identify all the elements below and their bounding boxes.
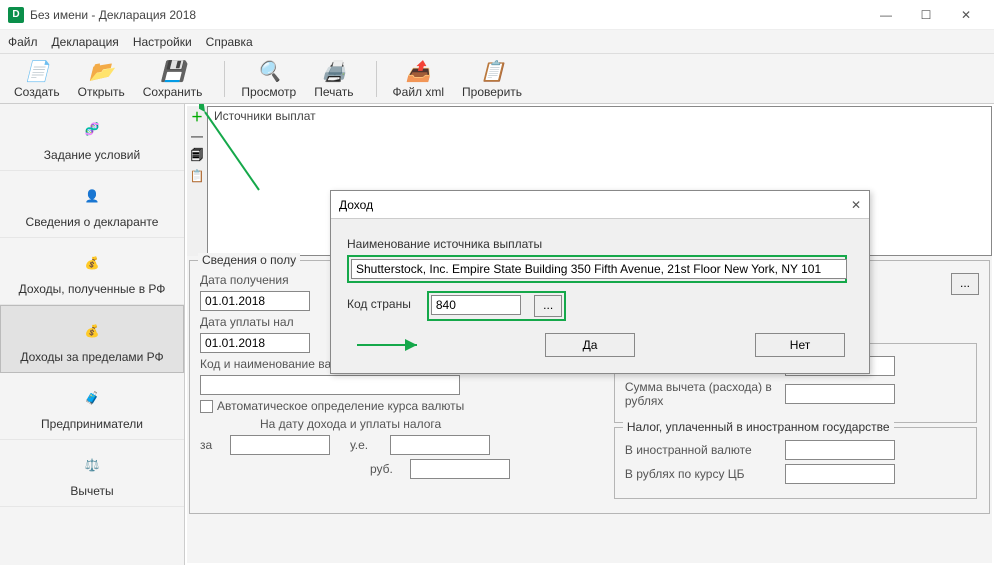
source-name-label: Наименование источника выплаты [347, 237, 853, 251]
menu-help[interactable]: Справка [206, 35, 253, 49]
money-bags-icon: 💰 [72, 246, 112, 280]
toolbar-check[interactable]: Проверить [456, 57, 528, 101]
ue-label: у.е. [350, 438, 390, 452]
sidebar-label: Доходы, полученные в РФ [19, 282, 166, 296]
menu-file[interactable]: Файл [8, 35, 38, 49]
close-button[interactable]: ✕ [946, 1, 986, 29]
rate-ue-input[interactable] [390, 435, 490, 455]
tree-icon: 🧬 [72, 112, 112, 146]
deduction-amount-label: Сумма вычета (расхода) в рублях [625, 380, 785, 408]
dialog-title: Доход [339, 198, 373, 212]
country-code-input[interactable] [431, 295, 521, 315]
toolbar-create[interactable]: Создать [8, 57, 66, 101]
copy-icon[interactable]: 🗐 [189, 148, 205, 164]
list-buttons: ＋ — 🗐 📋 [187, 106, 207, 256]
country-code-label: Код страны [347, 297, 411, 311]
sources-placeholder: Источники выплат [214, 109, 316, 123]
foreign-tax-legend: Налог, уплаченный в иностранном государс… [623, 420, 894, 434]
rub-cb-label: В рублях по курсу ЦБ [625, 467, 785, 481]
deduction-amount-input[interactable] [785, 384, 895, 404]
sidebar-label: Задание условий [44, 148, 140, 162]
dialog-no-button[interactable]: Нет [755, 333, 845, 357]
toolbar-save[interactable]: Сохранить [137, 57, 209, 101]
sidebar-item-income-foreign[interactable]: 💰 Доходы за пределами РФ [0, 305, 184, 373]
check-icon [480, 59, 504, 83]
remove-icon[interactable]: — [189, 128, 205, 144]
toolbar-open[interactable]: Открыть [72, 57, 131, 101]
browse-button[interactable]: ... [951, 273, 979, 295]
menubar: Файл Декларация Настройки Справка [0, 30, 994, 54]
sidebar-item-deductions[interactable]: ⚖️ Вычеты [0, 440, 184, 507]
edit-icon[interactable]: 📋 [189, 168, 205, 184]
menu-declaration[interactable]: Декларация [52, 35, 119, 49]
briefcase-icon: 🧳 [72, 381, 112, 415]
rate-rub-input[interactable] [410, 459, 510, 479]
toolbar: Создать Открыть Сохранить Просмотр Печат… [0, 54, 994, 104]
print-icon [322, 59, 346, 83]
save-icon [161, 59, 185, 83]
titlebar: D Без имени - Декларация 2018 — ☐ ✕ [0, 0, 994, 30]
export-xml-icon [406, 59, 430, 83]
date-received-input[interactable] [200, 291, 310, 311]
toolbar-xml[interactable]: Файл xml [387, 57, 451, 101]
sidebar-label: Предприниматели [41, 417, 143, 431]
scales-icon: ⚖️ [72, 448, 112, 482]
rub-cb-input[interactable] [785, 464, 895, 484]
za-label: за [200, 438, 230, 452]
minimize-button[interactable]: — [866, 1, 906, 29]
toolbar-print[interactable]: Печать [308, 57, 359, 101]
window-title: Без имени - Декларация 2018 [30, 8, 196, 22]
maximize-button[interactable]: ☐ [906, 1, 946, 29]
currency-input[interactable] [200, 375, 460, 395]
rate-amount-input[interactable] [230, 435, 330, 455]
rub-label: руб. [370, 462, 410, 476]
sidebar-item-declarant[interactable]: 👤 Сведения о декларанте [0, 171, 184, 238]
sidebar-label: Доходы за пределами РФ [20, 350, 163, 364]
dialog-yes-button[interactable]: Да [545, 333, 635, 357]
sidebar-label: Сведения о декларанте [26, 215, 159, 229]
toolbar-view[interactable]: Просмотр [235, 57, 302, 101]
sidebar-item-income-rf[interactable]: 💰 Доходы, полученные в РФ [0, 238, 184, 305]
auto-rate-checkbox[interactable] [200, 400, 213, 413]
foreign-currency-input[interactable] [785, 440, 895, 460]
sidebar: 🧬 Задание условий 👤 Сведения о декларант… [0, 104, 185, 565]
income-details-legend: Сведения о полу [198, 253, 300, 267]
app-icon: D [8, 7, 24, 23]
income-dialog: Доход ✕ Наименование источника выплаты К… [330, 190, 870, 374]
sidebar-item-conditions[interactable]: 🧬 Задание условий [0, 104, 184, 171]
sidebar-item-entrepreneur[interactable]: 🧳 Предприниматели [0, 373, 184, 440]
dialog-close-icon[interactable]: ✕ [851, 198, 861, 212]
foreign-tax-fieldset: Налог, уплаченный в иностранном государс… [614, 427, 977, 499]
file-new-icon [25, 59, 49, 83]
rate-date-label: На дату дохода и уплаты налога [260, 417, 441, 431]
arrow-annotation-yes [355, 335, 425, 355]
auto-rate-label: Автоматическое определение курса валюты [217, 399, 464, 413]
folder-open-icon [89, 59, 113, 83]
menu-settings[interactable]: Настройки [133, 35, 192, 49]
sidebar-label: Вычеты [70, 484, 113, 498]
country-browse-button[interactable]: ... [534, 295, 562, 317]
money-bag-foreign-icon: 💰 [72, 314, 112, 348]
date-paid-input[interactable] [200, 333, 310, 353]
add-icon[interactable]: ＋ [189, 108, 205, 124]
preview-icon [257, 59, 281, 83]
person-icon: 👤 [72, 179, 112, 213]
dialog-titlebar: Доход ✕ [331, 191, 869, 219]
foreign-currency-label: В иностранной валюте [625, 443, 785, 457]
source-name-input[interactable] [351, 259, 847, 279]
